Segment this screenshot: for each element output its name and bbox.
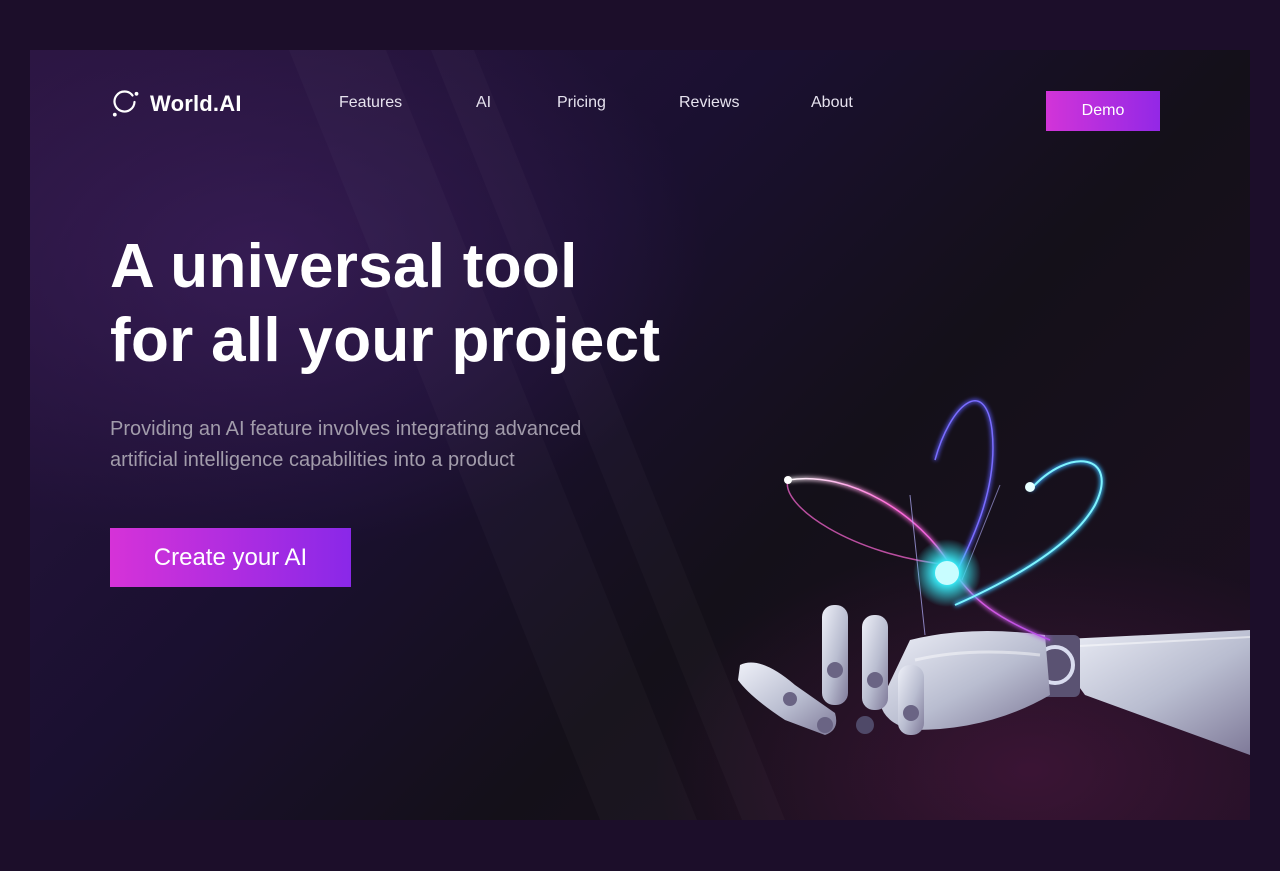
robot-hand-illustration [738,399,1250,755]
hero-title-line: for all your project [110,306,661,375]
hero-title-line: A universal tool [110,232,578,301]
nav-link-ai[interactable]: AI [476,94,491,112]
orbit-ring-icon [112,90,139,117]
nav-link-pricing[interactable]: Pricing [557,94,606,112]
atom-core [913,539,981,607]
demo-button[interactable]: Demo [1046,91,1160,131]
hero-subtitle-line: artificial intelligence capabilities int… [110,449,515,471]
hero-subtitle: Providing an AI feature involves integra… [110,414,690,476]
brand-name: World.AI [150,91,242,116]
nav-link-features[interactable]: Features [339,94,402,112]
hero-title: A universal tool for all your project [110,230,750,378]
nav-link-about[interactable]: About [811,94,853,112]
brand-logo[interactable]: World.AI [110,86,242,122]
nav-link-reviews[interactable]: Reviews [679,94,739,112]
hero-subtitle-line: Providing an AI feature involves integra… [110,418,582,440]
landing-page: World.AI Features AI Pricing Reviews Abo… [30,50,1250,820]
create-ai-button[interactable]: Create your AI [110,528,351,587]
arm-shape [880,630,1250,755]
